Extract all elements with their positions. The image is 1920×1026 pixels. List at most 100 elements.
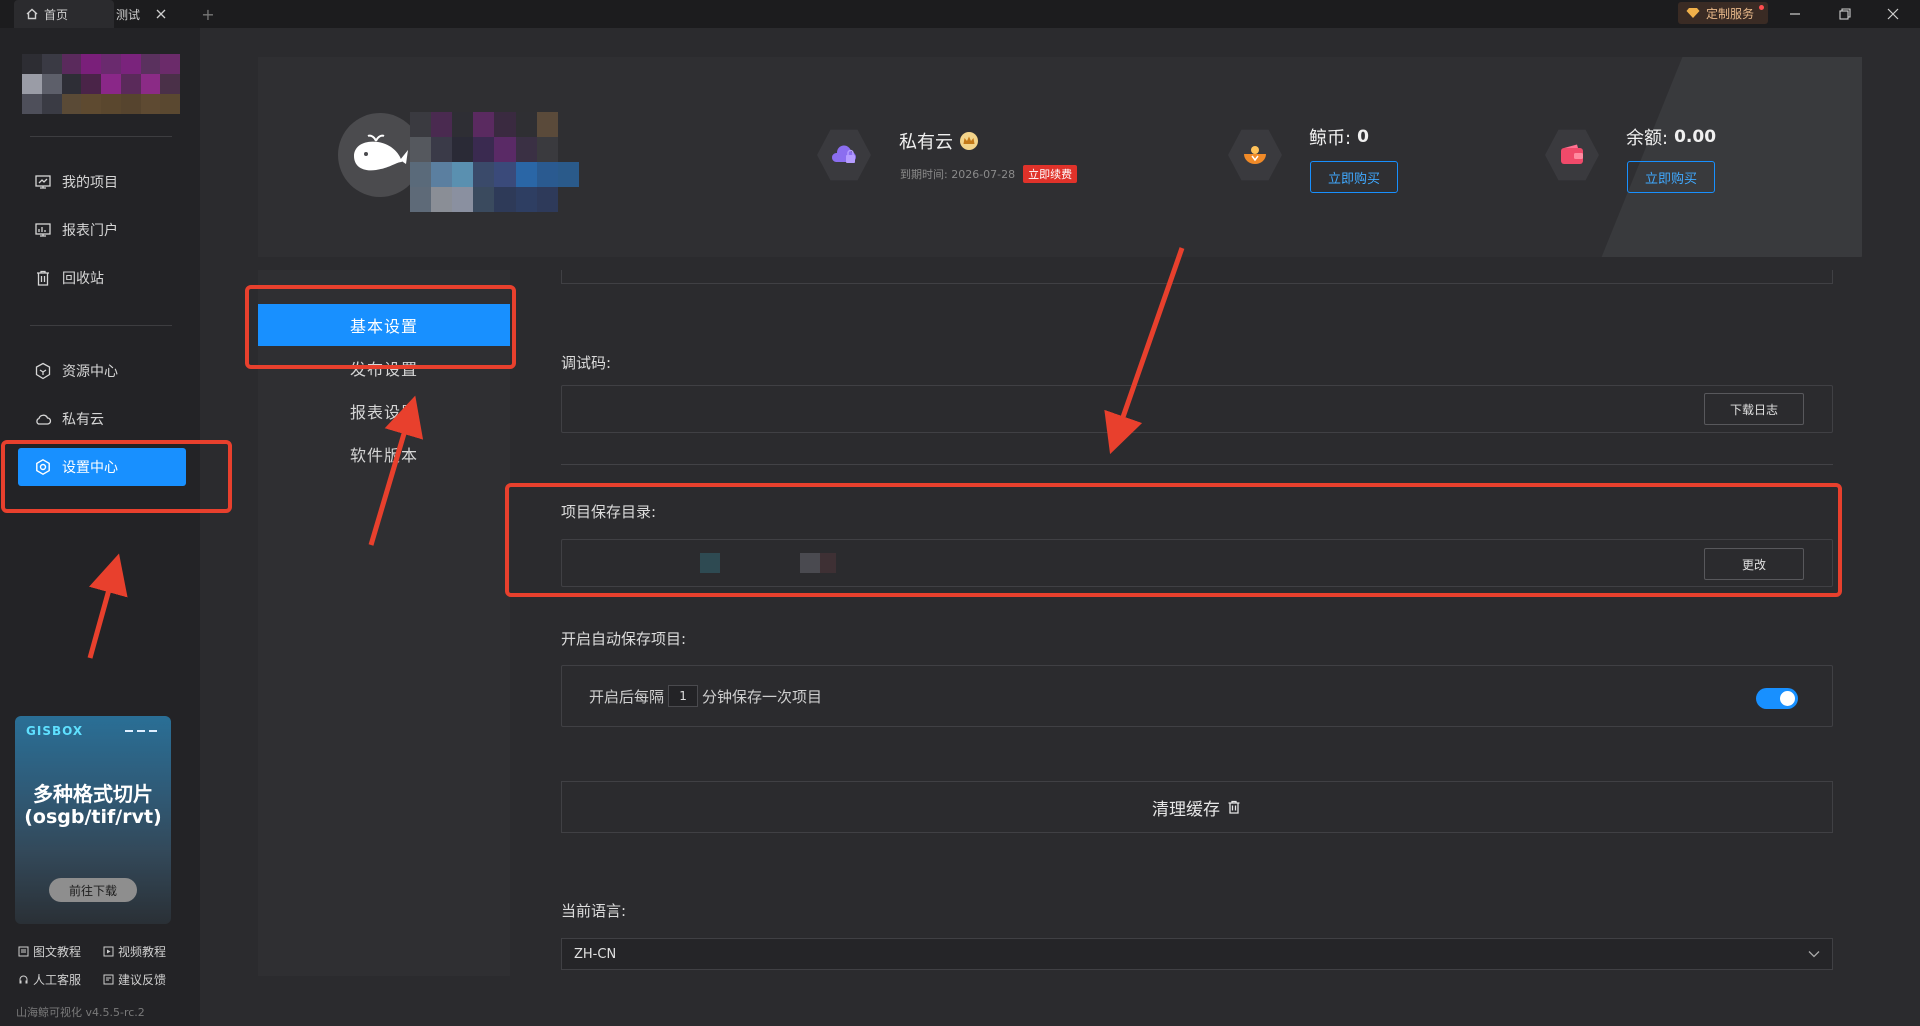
tab-home[interactable]: 首页 xyxy=(14,0,114,28)
help-label: 视频教程 xyxy=(118,944,167,959)
sidebar-divider xyxy=(30,325,172,326)
close-window-button[interactable] xyxy=(1870,0,1916,28)
private-cloud-title: 私有云 xyxy=(899,128,979,154)
minimize-icon xyxy=(1790,13,1800,15)
crown-icon xyxy=(960,132,978,150)
download-log-button[interactable]: 下载日志 xyxy=(1704,393,1804,425)
resource-icon xyxy=(35,362,51,380)
sidebar-item-label: 我的项目 xyxy=(62,175,118,191)
help-customer-service[interactable]: 人工客服 xyxy=(18,970,81,988)
help-label: 建议反馈 xyxy=(118,972,167,987)
tab-test-label: 测试 xyxy=(116,7,141,22)
project-icon xyxy=(35,175,51,189)
minimize-button[interactable] xyxy=(1772,0,1818,28)
buy-coins-button[interactable]: 立即购买 xyxy=(1310,161,1398,193)
menu-software-version[interactable]: 软件版本 xyxy=(258,433,510,475)
promo-banner[interactable]: GISBOX 多种格式切片 (osgb/tif/rvt) 前往下载 xyxy=(15,716,171,924)
sidebar-item-label: 私有云 xyxy=(62,412,104,428)
private-cloud-expire: 到期时间: 2026-07-28 xyxy=(900,168,1016,181)
balance-label: 余额: xyxy=(1626,128,1669,149)
restore-icon xyxy=(1839,8,1851,20)
restore-button[interactable] xyxy=(1822,0,1868,28)
custom-service-button[interactable]: 定制服务 xyxy=(1678,2,1768,24)
annotation-box-settings-center xyxy=(1,440,232,513)
tab-home-label: 首页 xyxy=(44,7,69,22)
document-icon xyxy=(18,946,29,956)
private-cloud-label: 私有云 xyxy=(899,132,953,153)
banner-subtitle: (osgb/tif/rvt) xyxy=(24,806,162,828)
coins-label: 鲸币: xyxy=(1309,128,1352,149)
sidebar-item-report-portal[interactable]: 报表门户 xyxy=(18,211,186,249)
sidebar-item-label: 报表门户 xyxy=(62,223,118,239)
sidebar-item-my-projects[interactable]: 我的项目 xyxy=(18,163,186,201)
chevron-down-icon xyxy=(1808,951,1820,958)
add-tab-button[interactable]: + xyxy=(194,0,222,28)
autosave-label: 开启自动保存项目: xyxy=(561,630,687,648)
banner-download-button[interactable]: 前往下载 xyxy=(49,878,137,902)
sidebar-item-resource-center[interactable]: 资源中心 xyxy=(18,352,186,390)
banner-brand: GISBOX xyxy=(26,724,84,738)
buy-balance-button[interactable]: 立即购买 xyxy=(1627,161,1715,193)
feedback-icon xyxy=(103,974,114,984)
cloud-lock-icon xyxy=(831,145,856,163)
diamond-icon xyxy=(1686,8,1700,18)
coins-value: 0 xyxy=(1357,127,1369,147)
language-select[interactable]: ZH-CN xyxy=(561,938,1833,970)
toggle-knob xyxy=(1780,691,1795,706)
header-decoration xyxy=(1601,57,1862,257)
previous-field-bottom xyxy=(561,270,1833,284)
menu-report-settings[interactable]: 报表设置 xyxy=(258,390,510,432)
language-label: 当前语言: xyxy=(561,902,627,920)
title-bar xyxy=(0,0,1920,28)
app-version: 山海鲸可视化 v4.5.5-rc.2 xyxy=(16,1006,145,1019)
headset-icon xyxy=(19,975,28,983)
cloud-icon xyxy=(36,414,52,425)
whale-icon xyxy=(354,134,408,171)
user-logo-pixelated xyxy=(22,54,180,114)
banner-title: 多种格式切片 xyxy=(33,782,153,806)
sidebar-item-label: 资源中心 xyxy=(62,364,118,380)
annotation-box-save-dir xyxy=(505,483,1842,597)
tab-test[interactable]: 测试 xyxy=(104,0,196,28)
balance-value: 0.00 xyxy=(1674,127,1717,147)
autosave-suffix: 分钟保存一次项目 xyxy=(702,687,823,706)
custom-service-label: 定制服务 xyxy=(1706,6,1755,21)
help-text-tutorial[interactable]: 图文教程 xyxy=(18,942,81,960)
trash-icon xyxy=(37,270,49,286)
sidebar-divider xyxy=(30,136,172,137)
username-pixelated xyxy=(410,112,600,212)
help-label: 人工客服 xyxy=(33,972,82,987)
debug-code-label: 调试码: xyxy=(561,354,612,372)
coins-title: 鲸币: 0 xyxy=(1309,124,1369,150)
report-icon xyxy=(35,223,51,237)
close-window-icon xyxy=(1887,8,1899,20)
autosave-toggle[interactable] xyxy=(1756,688,1798,709)
help-label: 图文教程 xyxy=(33,944,82,959)
autosave-row: 开启后每隔 1 分钟保存一次项目 xyxy=(589,685,822,707)
clear-cache-button[interactable]: 清理缓存 xyxy=(561,781,1833,833)
autosave-interval-input[interactable]: 1 xyxy=(668,685,699,707)
clear-cache-label: 清理缓存 xyxy=(1152,799,1220,820)
banner-decoration xyxy=(125,730,159,732)
section-divider xyxy=(561,464,1833,465)
language-value: ZH-CN xyxy=(574,946,617,962)
sidebar-item-label: 回收站 xyxy=(62,271,104,287)
sidebar-item-recycle-bin[interactable]: 回收站 xyxy=(18,259,186,297)
sidebar-item-private-cloud[interactable]: 私有云 xyxy=(18,400,186,438)
balance-title: 余额: 0.00 xyxy=(1626,124,1716,150)
renew-button[interactable]: 立即续费 xyxy=(1023,165,1078,183)
debug-code-field xyxy=(561,385,1833,433)
video-icon xyxy=(103,946,114,956)
help-video-tutorial[interactable]: 视频教程 xyxy=(103,942,166,960)
notification-dot xyxy=(1759,5,1764,10)
trash-icon xyxy=(1228,800,1240,814)
annotation-box-basic-settings xyxy=(245,285,516,369)
coin-icon xyxy=(1244,146,1266,164)
help-feedback[interactable]: 建议反馈 xyxy=(103,970,166,988)
autosave-prefix: 开启后每隔 xyxy=(589,687,665,706)
private-cloud-expire-row: 到期时间: 2026-07-28 立即续费 xyxy=(900,165,1078,183)
close-icon[interactable] xyxy=(156,9,166,19)
home-icon xyxy=(26,8,38,20)
plus-icon: + xyxy=(201,4,215,24)
wallet-icon xyxy=(1561,144,1583,164)
